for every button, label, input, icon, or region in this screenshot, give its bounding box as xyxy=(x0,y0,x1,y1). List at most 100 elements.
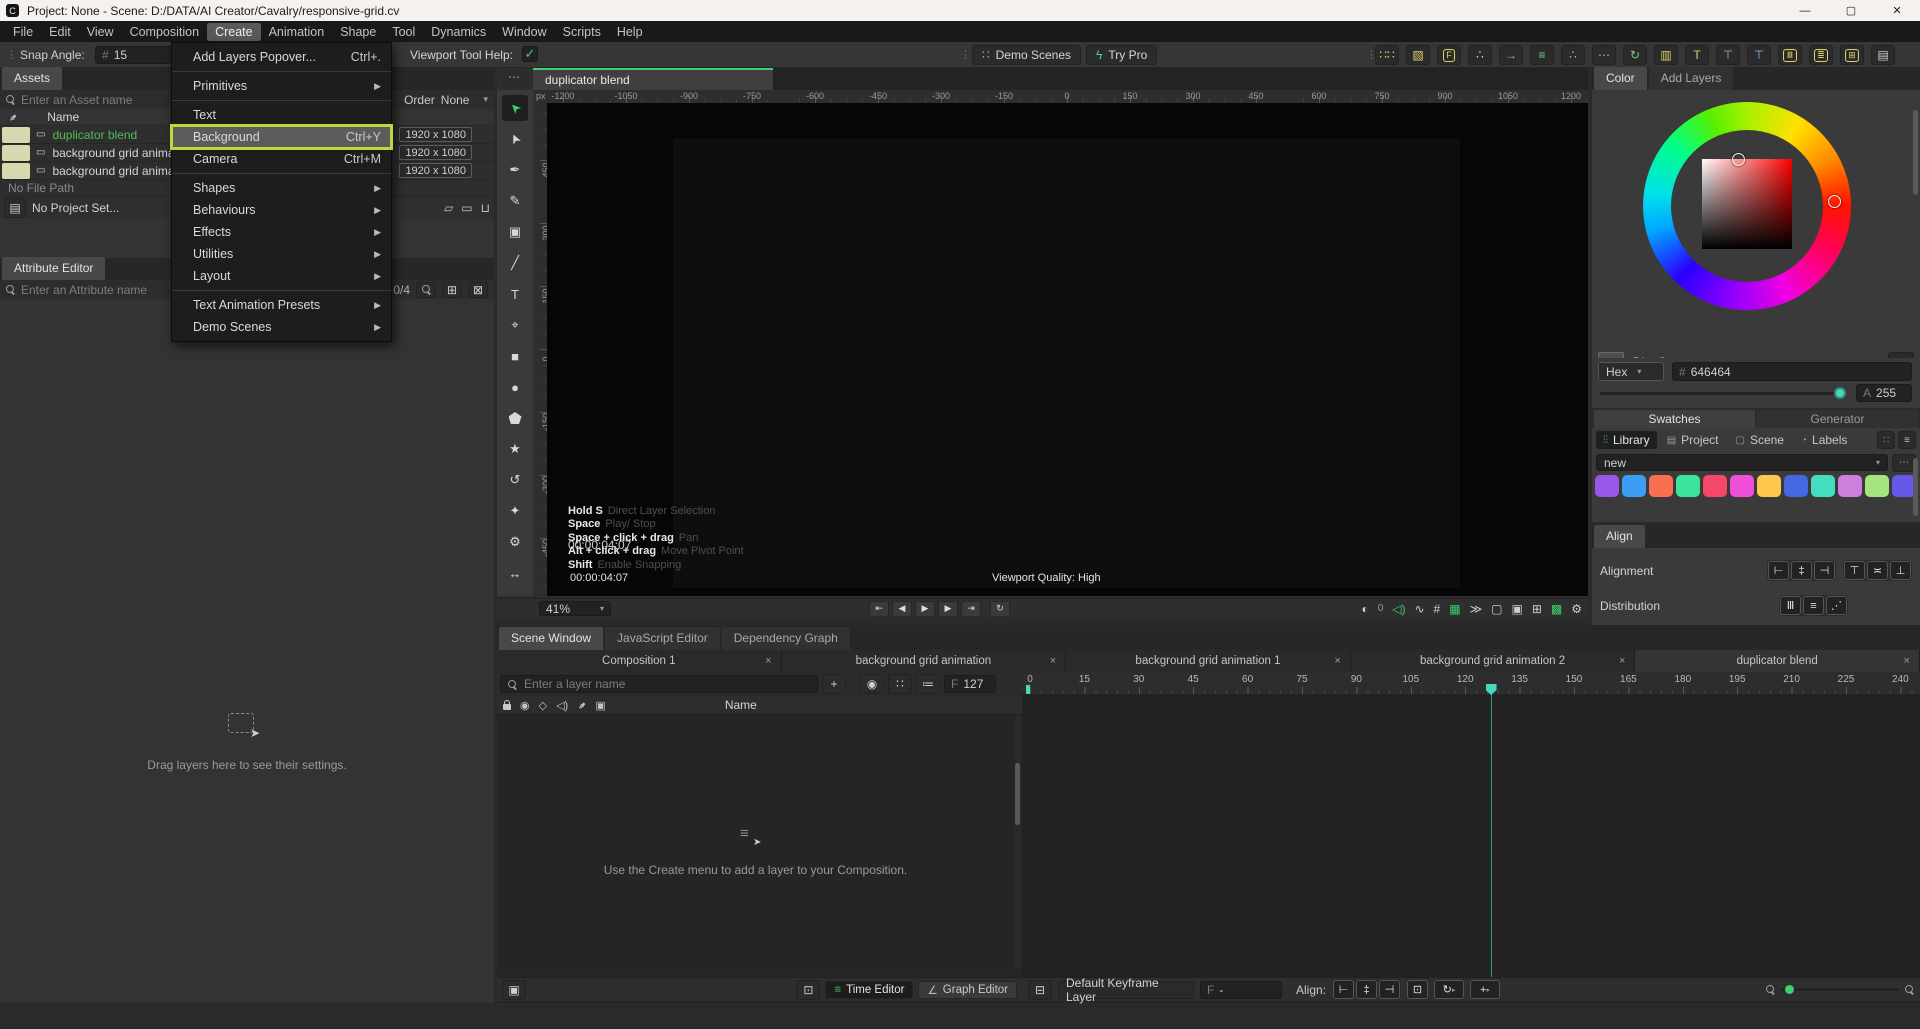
color-swatch[interactable] xyxy=(1757,475,1781,497)
time-editor-button[interactable]: ≡ Time Editor xyxy=(825,981,913,999)
timeline-frame-field[interactable]: F - xyxy=(1200,981,1282,999)
text-tool-icon[interactable]: T xyxy=(1685,45,1709,65)
find-attribute-icon[interactable] xyxy=(416,282,436,298)
trail-arrow-icon[interactable]: → xyxy=(1499,45,1523,65)
kf-ease-icon[interactable]: ↻ ▸ xyxy=(1434,980,1464,999)
close-button[interactable]: ✕ xyxy=(1874,0,1920,21)
saturation-value-square[interactable] xyxy=(1702,159,1792,249)
scatter-filter-icon[interactable]: ∷ xyxy=(888,674,912,694)
tab-generator[interactable]: Generator xyxy=(1757,410,1918,428)
play-button[interactable]: ▶ xyxy=(915,601,935,617)
folder-icon[interactable]: ▱ xyxy=(444,201,453,215)
menu-tool[interactable]: Tool xyxy=(384,23,423,41)
color-swatch[interactable] xyxy=(1784,475,1808,497)
text-tool[interactable]: T xyxy=(502,281,528,307)
audio-icon[interactable]: ◁) xyxy=(1392,602,1405,616)
align-top-icon[interactable]: ⊤ xyxy=(1716,45,1740,65)
create-menu-item-effects[interactable]: Effects▶ xyxy=(172,221,391,243)
select-tool[interactable]: ➤ xyxy=(502,95,528,121)
close-tab-icon[interactable]: × xyxy=(765,655,771,667)
tab-javascript-editor[interactable]: JavaScript Editor xyxy=(605,627,720,650)
color-swatch[interactable] xyxy=(1622,475,1646,497)
zoom-out-icon[interactable] xyxy=(1766,985,1775,994)
render-icon[interactable]: ◇ xyxy=(539,699,547,712)
work-area-start-marker[interactable] xyxy=(1026,685,1030,694)
distribute-stagger-icon[interactable]: ⋰ xyxy=(1826,596,1847,615)
create-menu-item-layout[interactable]: Layout▶ xyxy=(172,265,391,287)
create-menu-item-utilities[interactable]: Utilities▶ xyxy=(172,243,391,265)
menu-create[interactable]: Create xyxy=(207,23,261,41)
color-mode-dropdown[interactable]: Hex▾ xyxy=(1598,362,1664,381)
color-swatch[interactable] xyxy=(1730,475,1754,497)
frame-f-icon[interactable]: F xyxy=(1437,45,1461,65)
render-camera-icon[interactable]: ▤ xyxy=(1871,45,1895,65)
create-menu-item-behaviours[interactable]: Behaviours▶ xyxy=(172,199,391,221)
maximize-button[interactable]: ▢ xyxy=(1828,0,1874,21)
tab-align[interactable]: Align xyxy=(1594,525,1645,548)
zoom-in-icon[interactable] xyxy=(1905,985,1914,994)
layer-list-body[interactable]: ≡ ➤ Use the Create menu to add a layer t… xyxy=(497,715,1014,968)
demo-scenes-button[interactable]: ∷ Demo Scenes xyxy=(972,45,1081,65)
line-tool[interactable]: ╱ xyxy=(502,250,528,276)
scatter-icon[interactable]: ∴ xyxy=(1468,45,1492,65)
arc-tool[interactable]: ↺ xyxy=(502,467,528,493)
add-attribute-icon[interactable]: ⊞ xyxy=(442,282,462,298)
ellipse-tool[interactable]: ● xyxy=(502,374,528,400)
tab-color[interactable]: Color xyxy=(1594,67,1647,90)
composition-tab[interactable]: background grid animation 2× xyxy=(1351,650,1636,672)
keyframe-layer-icon[interactable]: ⊟ xyxy=(1028,980,1052,1000)
color-swatch[interactable] xyxy=(1676,475,1700,497)
display-icon[interactable]: ▭ xyxy=(461,201,472,215)
viewport-zoom-dropdown[interactable]: 41%▾ xyxy=(539,601,611,616)
asset-search-input[interactable]: Enter an Asset name xyxy=(21,93,132,107)
composition-tab[interactable]: background grid animation 1× xyxy=(1066,650,1351,672)
align-middle-v-icon[interactable]: ≍ xyxy=(1867,561,1888,580)
transparency-checker-icon[interactable]: ▩ xyxy=(1551,602,1562,616)
next-frame-button[interactable]: ▶ xyxy=(938,601,958,617)
spacing-box-icon[interactable]: ▥ xyxy=(1654,45,1678,65)
tab-attribute-editor[interactable]: Attribute Editor xyxy=(2,257,105,280)
align-top-icon[interactable]: ⊤ xyxy=(1844,561,1865,580)
dots-row-icon[interactable]: ⋯ xyxy=(1592,45,1616,65)
arc-arrow-icon[interactable]: ↻ xyxy=(1623,45,1647,65)
color-swatch[interactable] xyxy=(1703,475,1727,497)
columns-icon[interactable]: Ⅲ xyxy=(1778,45,1802,65)
solo-frame-button[interactable]: ⊡ xyxy=(796,980,820,1000)
align-bars-icon[interactable]: ≡ xyxy=(1530,45,1554,65)
distribute-h-icon[interactable]: Ⅲ xyxy=(1780,596,1801,615)
align-bottom-icon[interactable]: ⊥ xyxy=(1890,561,1911,580)
eyedropper-icon[interactable]: ✒ xyxy=(5,109,21,125)
asset-color-swatch[interactable] xyxy=(2,145,30,161)
hue-picker-handle[interactable] xyxy=(1828,195,1841,208)
jump-end-button[interactable]: ⇥ xyxy=(961,601,981,617)
create-menu-item-primitives[interactable]: Primitives▶ xyxy=(172,75,391,97)
pentagon-tool[interactable] xyxy=(502,405,528,431)
no-project-set-button[interactable]: No Project Set... xyxy=(32,201,119,215)
filter-settings-icon[interactable]: ≔ xyxy=(916,674,940,694)
viewport-tool-help-checkbox[interactable]: ✓ xyxy=(522,46,538,62)
swatch-source-labels[interactable]: ◔Labels xyxy=(1794,431,1854,449)
kf-align-left-icon[interactable]: ⊢ xyxy=(1333,980,1354,999)
keyframe-layer-dropdown[interactable]: Default Keyframe Layer xyxy=(1058,981,1194,999)
close-tab-icon[interactable]: × xyxy=(1904,655,1910,667)
color-swatch[interactable] xyxy=(1838,475,1862,497)
close-tab-icon[interactable]: × xyxy=(1619,655,1625,667)
hex-field[interactable]: # 646464 xyxy=(1672,362,1912,381)
rows-icon[interactable]: ≣ xyxy=(1809,45,1833,65)
align-left-icon[interactable]: ⊢ xyxy=(1768,561,1789,580)
project-set-icon[interactable]: ▤ xyxy=(4,198,26,218)
onion-skin-icon[interactable]: ◐ xyxy=(1361,602,1368,616)
swatch-source-project[interactable]: ▤Project xyxy=(1660,431,1726,449)
grid-dots-icon[interactable]: ∷∷ xyxy=(1375,45,1399,65)
menu-shape[interactable]: Shape xyxy=(332,23,384,41)
tab-assets[interactable]: Assets xyxy=(2,67,62,90)
width-tool[interactable]: ↔ xyxy=(502,560,528,586)
settings-tool[interactable]: ⚙ xyxy=(502,529,528,555)
loop-button[interactable]: ↻ xyxy=(990,601,1010,617)
alpha-field[interactable]: A 255 xyxy=(1856,384,1912,402)
color-swatch[interactable] xyxy=(1865,475,1889,497)
timeline-ruler[interactable]: 0153045607590105120135150165180195210225… xyxy=(1022,672,1920,694)
grid-snap-icon[interactable]: # xyxy=(1434,602,1441,616)
menu-file[interactable]: File xyxy=(5,23,41,41)
add-layer-button[interactable]: + xyxy=(822,674,846,694)
